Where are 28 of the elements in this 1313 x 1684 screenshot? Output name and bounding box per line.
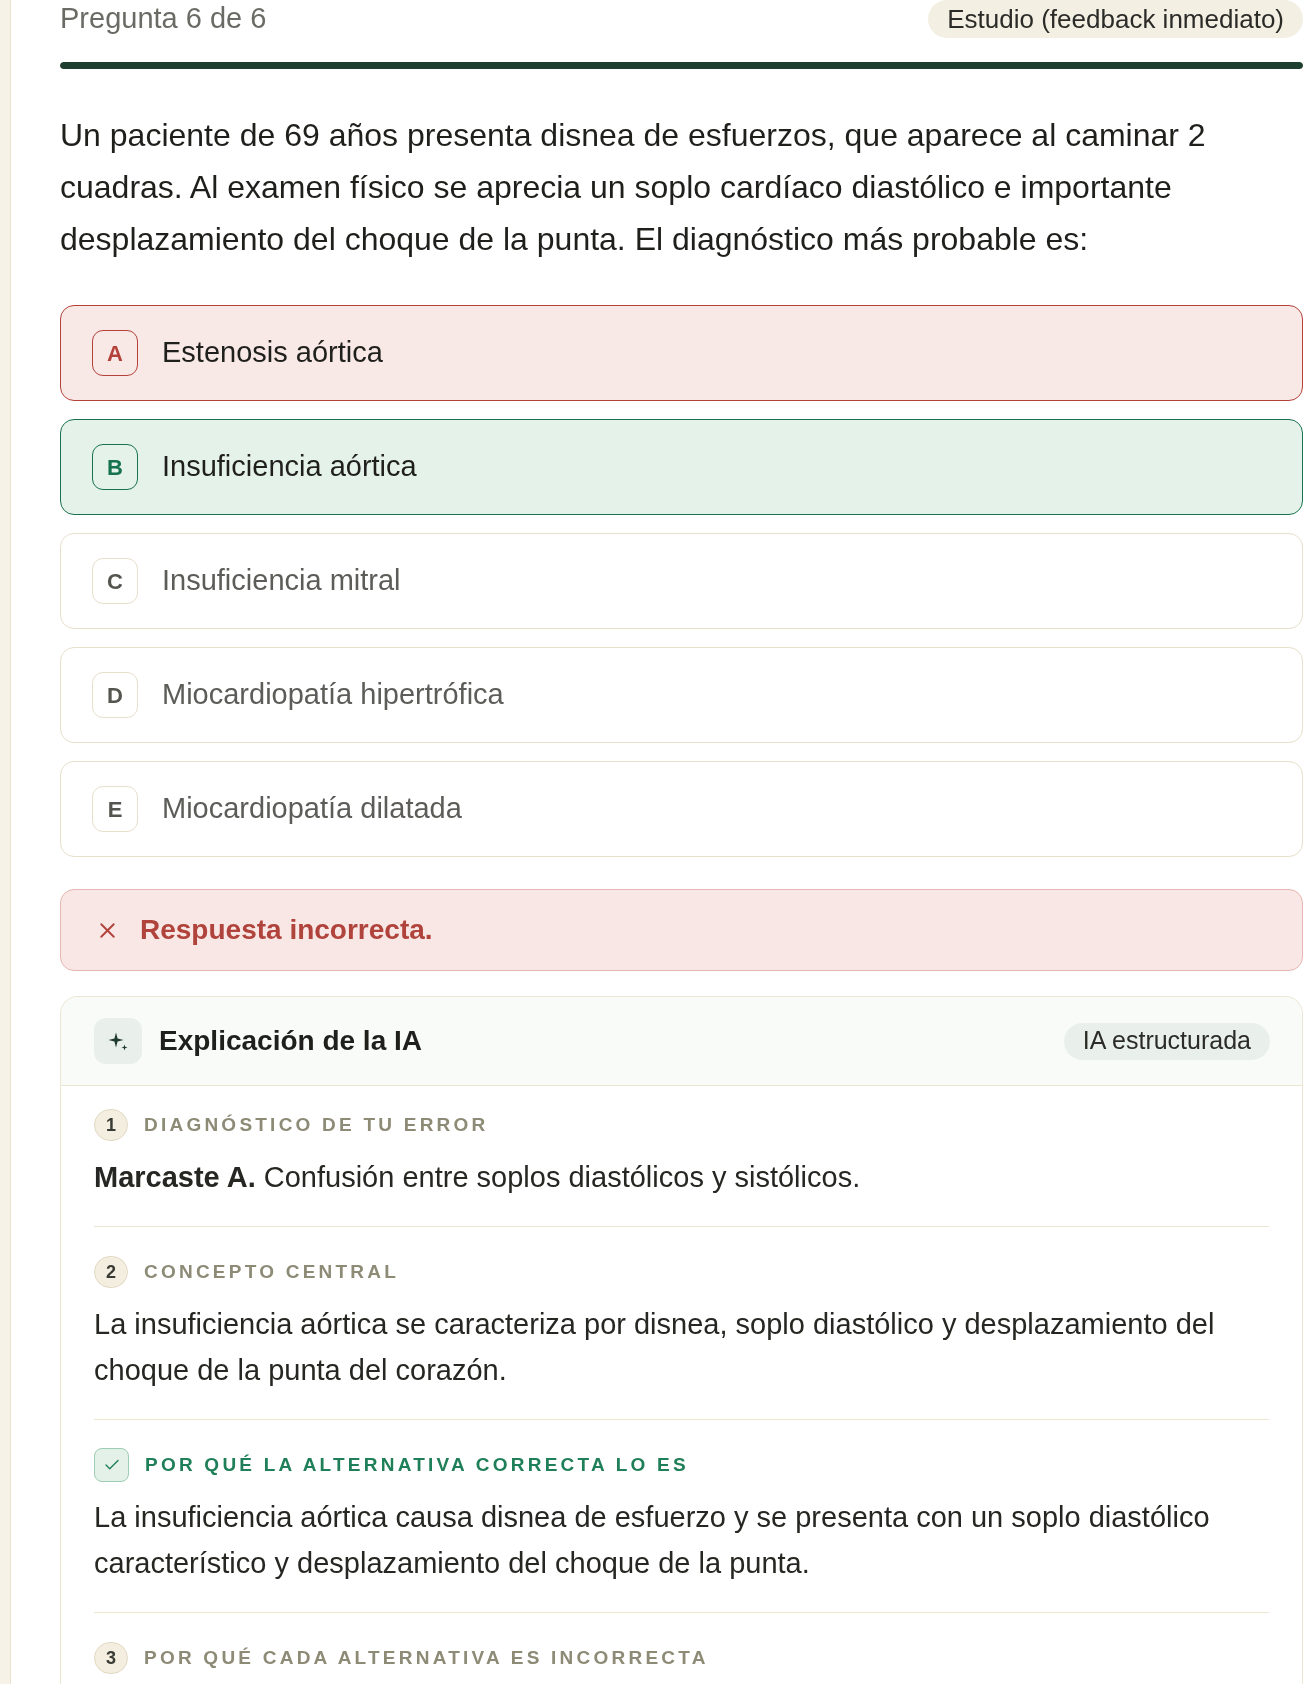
option-letter: D	[92, 672, 138, 718]
step-number: 3	[94, 1642, 128, 1674]
section-label: CONCEPTO CENTRAL	[144, 1259, 400, 1284]
answer-option[interactable]: C Insuficiencia mitral	[60, 533, 1303, 629]
explanation-tag: IA estructurada	[1063, 1022, 1270, 1060]
answer-option[interactable]: A Estenosis aórtica	[60, 305, 1303, 401]
sparkle-icon	[94, 1018, 142, 1064]
section-label: POR QUÉ CADA ALTERNATIVA ES INCORRECTA	[144, 1645, 709, 1670]
option-letter: C	[92, 558, 138, 604]
option-letter: B	[92, 444, 138, 490]
question-text: Un paciente de 69 años presenta disnea de esfuerzos, que aparece al caminar 2 cuadras. Al examen físico se aprecia un soplo cardíaco diastólico e importante desplazamiento del choque de la punta. El diagnóstico más probable es:	[60, 116, 1207, 259]
answer-option[interactable]: E Miocardiopatía dilatada	[60, 761, 1303, 857]
option-letter: E	[92, 786, 138, 832]
mode-pill: Estudio (feedback inmediato)	[928, 0, 1303, 38]
progress-label: Pregunta 6 de 6	[60, 1, 267, 37]
section-label: POR QUÉ LA ALTERNATIVA CORRECTA LO ES	[145, 1452, 689, 1477]
section-text: La insuficiencia aórtica se caracteriza por disnea, soplo diastólico y desplazamiento del choque de la punta del corazón.	[94, 1307, 1216, 1388]
section-text: Marcaste A. Confusión entre soplos diastólicos y sistólicos.	[94, 1160, 862, 1195]
feedback-message: Respuesta incorrecta.	[140, 913, 433, 947]
answer-option[interactable]: B Insuficiencia aórtica	[60, 419, 1303, 515]
step-number: 2	[94, 1256, 128, 1288]
option-letter: A	[92, 330, 138, 376]
section-label: DIAGNÓSTICO DE TU ERROR	[144, 1112, 489, 1137]
check-icon	[94, 1448, 129, 1482]
explanation-title: Explicación de la IA	[159, 1024, 422, 1058]
step-number: 1	[94, 1109, 128, 1141]
section-text: La insuficiencia aórtica causa disnea de esfuerzo y se presenta con un soplo diastólico característico y desplazamiento del choque de la punta.	[94, 1500, 1211, 1581]
answer-option[interactable]: D Miocardiopatía hipertrófica	[60, 647, 1303, 743]
